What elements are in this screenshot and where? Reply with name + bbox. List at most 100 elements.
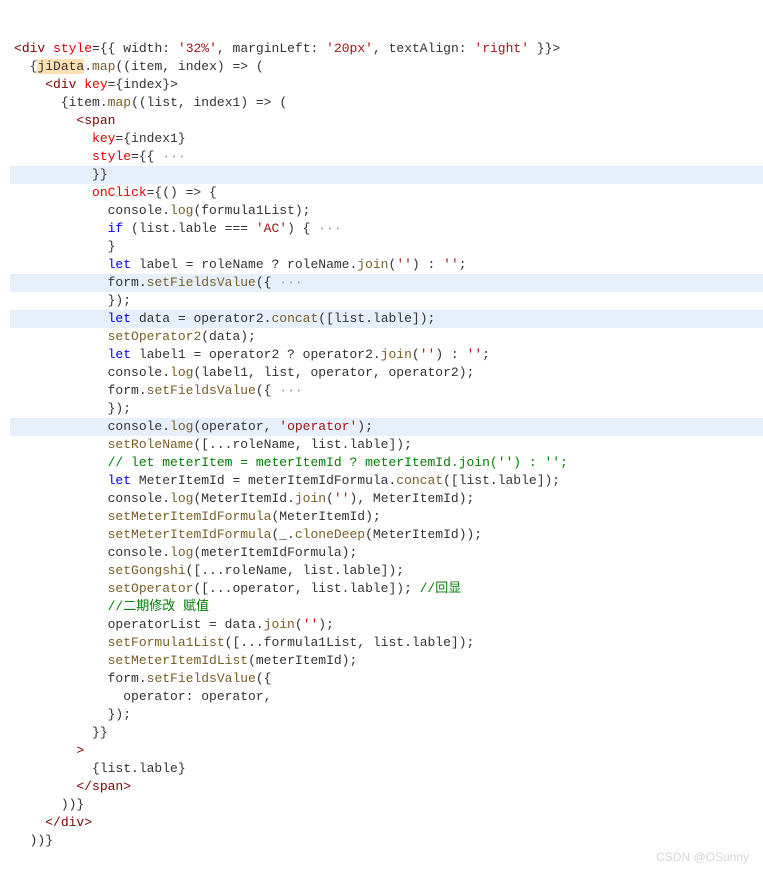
code-line[interactable]: operatorList = data.join(''); [10, 616, 763, 634]
code-line[interactable]: </div> [10, 814, 763, 832]
token-punct: console [108, 203, 163, 218]
code-line[interactable]: setMeterItemIdList(meterItemId); [10, 652, 763, 670]
token-fn: log [170, 203, 193, 218]
token-punct: (label1, list, operator, operator2); [193, 365, 474, 380]
token-punct: (meterItemId); [248, 653, 357, 668]
token-tag: div [22, 41, 45, 56]
code-line[interactable]: let label = roleName ? roleName.join('')… [10, 256, 763, 274]
token-punct: ), MeterItemId); [350, 491, 475, 506]
token-angle: > [76, 743, 84, 758]
code-line[interactable]: console.log(label1, list, operator, oper… [10, 364, 763, 382]
token-attr: onClick [92, 185, 147, 200]
code-line[interactable]: }} [10, 166, 763, 184]
code-line[interactable]: onClick={() => { [10, 184, 763, 202]
code-line[interactable]: setFormula1List([...formula1List, list.l… [10, 634, 763, 652]
token-punct: ) : [435, 347, 466, 362]
token-str: '' [467, 347, 483, 362]
code-line[interactable]: setMeterItemIdFormula(_.cloneDeep(MeterI… [10, 526, 763, 544]
code-line[interactable]: }); [10, 706, 763, 724]
token-punct: (meterItemIdFormula); [193, 545, 357, 560]
code-line[interactable]: ))} [10, 832, 763, 850]
code-line[interactable]: console.log(MeterItemId.join(''), MeterI… [10, 490, 763, 508]
code-line[interactable]: let MeterItemId = meterItemIdFormula.con… [10, 472, 763, 490]
code-line[interactable]: form.setFieldsValue({ ··· [10, 274, 763, 292]
token-punct: ([list.lable]); [318, 311, 435, 326]
token-brace: { [61, 95, 69, 110]
token-punct: index1 [194, 95, 241, 110]
code-line[interactable]: form.setFieldsValue({ [10, 670, 763, 688]
token-kw: let [108, 473, 131, 488]
token-fn: log [170, 545, 193, 560]
token-str: '' [443, 257, 459, 272]
code-line[interactable]: </span> [10, 778, 763, 796]
token-punct: ) => ( [217, 59, 264, 74]
code-line[interactable]: let data = operator2.concat([list.lable]… [10, 310, 763, 328]
code-line[interactable]: setGongshi([...roleName, list.lable]); [10, 562, 763, 580]
code-line[interactable]: }); [10, 292, 763, 310]
token-punct: (( [131, 95, 147, 110]
code-line[interactable]: setRoleName([...roleName, list.lable]); [10, 436, 763, 454]
token-punct: (MeterItemId); [271, 509, 380, 524]
token-fn: setRoleName [108, 437, 194, 452]
code-line[interactable]: ))} [10, 796, 763, 814]
token-punct: (MeterItemId)); [365, 527, 482, 542]
code-line[interactable]: <span [10, 112, 763, 130]
token-punct: }} [92, 167, 108, 182]
token-punct: }} [92, 725, 108, 740]
code-line[interactable]: }); [10, 400, 763, 418]
token-fn: setFieldsValue [147, 275, 256, 290]
code-line[interactable]: console.log(meterItemIdFormula); [10, 544, 763, 562]
token-punct: {list.lable} [92, 761, 186, 776]
token-punct: }); [108, 401, 131, 416]
token-punct: ( [295, 617, 303, 632]
code-line[interactable]: {item.map((list, index1) => ( [10, 94, 763, 112]
token-punct: ( [412, 347, 420, 362]
code-line[interactable]: <div key={index}> [10, 76, 763, 94]
code-line[interactable]: setMeterItemIdFormula(MeterItemId); [10, 508, 763, 526]
token-fn: setMeterItemIdFormula [108, 509, 272, 524]
token-tag: span [92, 779, 123, 794]
code-line[interactable]: //二期修改 赋值 [10, 598, 763, 616]
code-line[interactable]: operator: operator, [10, 688, 763, 706]
token-punct: , [217, 41, 233, 56]
code-line[interactable]: setOperator2(data); [10, 328, 763, 346]
code-line[interactable]: setOperator([...operator, list.lable]); … [10, 580, 763, 598]
token-punct: item [131, 59, 162, 74]
code-line[interactable]: console.log(operator, 'operator'); [10, 418, 763, 436]
token-punct: operatorList = data. [108, 617, 264, 632]
token-punct: ={{ [92, 41, 123, 56]
token-attr: style [92, 149, 131, 164]
code-editor[interactable]: <div style={{ width: '32%', marginLeft: … [0, 0, 763, 872]
token-fn: setFieldsValue [147, 671, 256, 686]
token-kw: let [108, 257, 131, 272]
code-line[interactable]: form.setFieldsValue({ ··· [10, 382, 763, 400]
code-line[interactable]: } [10, 238, 763, 256]
token-kw: let [108, 311, 131, 326]
token-fn: setFormula1List [108, 635, 225, 650]
token-punct: ( [326, 491, 334, 506]
token-fn: join [357, 257, 388, 272]
code-line[interactable]: <div style={{ width: '32%', marginLeft: … [10, 40, 763, 58]
code-line[interactable]: key={index1} [10, 130, 763, 148]
token-punct: (( [115, 59, 131, 74]
code-line[interactable]: let label1 = operator2 ? operator2.join(… [10, 346, 763, 364]
code-line[interactable]: > [10, 742, 763, 760]
code-line[interactable]: console.log(formula1List); [10, 202, 763, 220]
code-line[interactable]: if (list.lable === 'AC') { ··· [10, 220, 763, 238]
token-fn: join [295, 491, 326, 506]
token-str: '20px' [326, 41, 373, 56]
token-ellip: ··· [154, 149, 185, 164]
token-fn: log [170, 491, 193, 506]
code-line[interactable]: style={{ ··· [10, 148, 763, 166]
token-punct: }> [162, 77, 178, 92]
token-punct: ); [357, 419, 373, 434]
token-fn: join [381, 347, 412, 362]
code-line[interactable]: }} [10, 724, 763, 742]
token-punct: (list.lable === [123, 221, 256, 236]
code-line[interactable]: // let meterItem = meterItemId ? meterIt… [10, 454, 763, 472]
token-fn: concat [396, 473, 443, 488]
code-line[interactable]: {jiData.map((item, index) => ( [10, 58, 763, 76]
token-punct: ([list.lable]); [443, 473, 560, 488]
code-line[interactable]: {list.lable} [10, 760, 763, 778]
token-tag: div [61, 815, 84, 830]
